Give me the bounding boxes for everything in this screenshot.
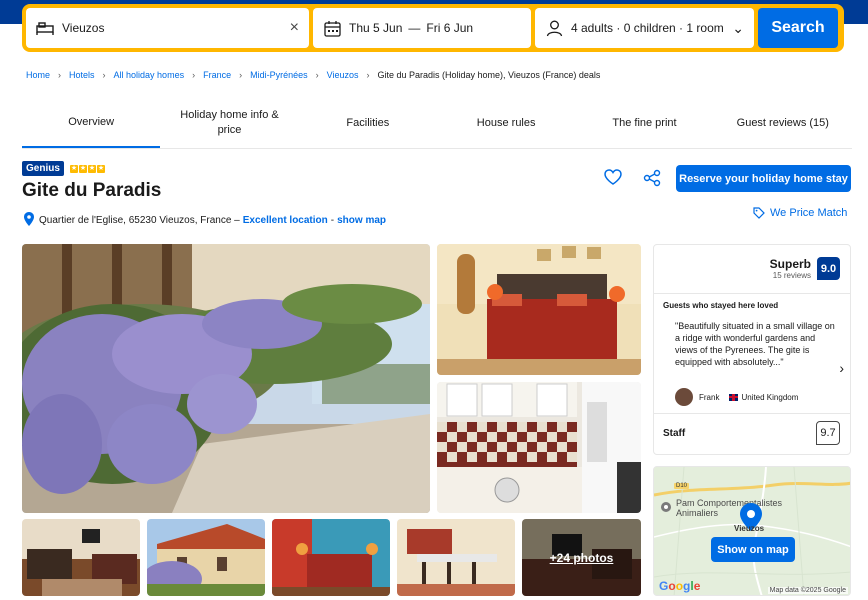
avatar	[675, 388, 693, 406]
guests-field[interactable]: 4 adults · 0 children · 1 room ⌄	[535, 8, 754, 48]
star-rating: ★ ★ ★ ★	[70, 165, 105, 173]
tab-fine-print[interactable]: The fine print	[575, 98, 713, 148]
breadcrumb-separator: ›	[315, 70, 319, 80]
star-icon: ★	[70, 165, 78, 173]
tag-icon	[753, 207, 765, 219]
author-country: United Kingdom	[741, 392, 799, 402]
author-name: Frank	[699, 392, 720, 402]
dates-field[interactable]: Thu 5 Jun — Fri 6 Jun	[313, 8, 531, 48]
share-icon[interactable]	[643, 169, 661, 192]
person-icon	[545, 19, 563, 37]
breadcrumb-separator: ›	[102, 70, 106, 80]
google-logo: Google	[659, 579, 701, 593]
location-pin-icon	[24, 212, 34, 229]
breadcrumb-hotels[interactable]: Hotels	[69, 70, 95, 80]
review-score-header[interactable]: Superb 15 reviews 9.0	[770, 257, 840, 280]
tab-facilities[interactable]: Facilities	[299, 98, 437, 148]
uk-flag-icon	[729, 393, 739, 401]
breadcrumb-separator: ›	[366, 70, 370, 80]
page-title: Gite du Paradis	[22, 180, 162, 201]
review-count: 15 reviews	[772, 271, 811, 280]
show-map-link[interactable]: show map	[337, 215, 386, 226]
checkin-date[interactable]: Thu 5 Jun	[349, 21, 402, 35]
property-tabs: Overview Holiday home info & price Facil…	[22, 98, 852, 149]
photo-bedroom[interactable]	[437, 244, 641, 375]
map-link-separator: -	[330, 215, 335, 226]
more-photos-label[interactable]: +24 photos	[522, 519, 641, 596]
chevron-down-icon[interactable]: ⌄	[732, 20, 744, 37]
breadcrumb-france[interactable]: France	[203, 70, 231, 80]
breadcrumb-separator: ›	[239, 70, 243, 80]
tab-overview[interactable]: Overview	[22, 98, 161, 148]
score-badge: 9.0	[817, 257, 840, 280]
breadcrumb-holiday-homes[interactable]: All holiday homes	[114, 70, 185, 80]
photo-bedroom-2[interactable]	[272, 519, 390, 596]
star-icon: ★	[79, 165, 87, 173]
destination-field[interactable]: Vieuzos ×	[26, 8, 309, 48]
chevron-right-icon[interactable]: ›	[839, 360, 844, 376]
date-separator: —	[408, 21, 421, 35]
save-heart-icon[interactable]	[604, 169, 622, 190]
reserve-button[interactable]: Reserve your holiday home stay	[676, 165, 851, 192]
review-author: Frank United Kingdom	[675, 388, 798, 406]
photo-more[interactable]: +24 photos	[522, 519, 641, 596]
divider	[654, 293, 850, 294]
clear-icon[interactable]: ×	[290, 19, 299, 37]
tab-guest-reviews[interactable]: Guest reviews (15)	[714, 98, 852, 148]
guests-summary[interactable]: 4 adults · 0 children · 1 room	[571, 21, 732, 35]
road-label: D10	[674, 483, 690, 489]
tab-house-rules[interactable]: House rules	[437, 98, 575, 148]
photo-exterior[interactable]	[147, 519, 265, 596]
map-preview[interactable]: D10 Pam Comportementalistes Animaliers V…	[653, 466, 851, 596]
calendar-icon	[323, 19, 341, 37]
search-bar: Vieuzos × Thu 5 Jun — Fri 6 Jun 4 adults…	[22, 4, 844, 52]
checkout-date[interactable]: Fri 6 Jun	[426, 21, 473, 35]
loved-heading: Guests who stayed here loved	[663, 301, 779, 310]
breadcrumb-home[interactable]: Home	[26, 70, 50, 80]
staff-label: Staff	[663, 428, 686, 439]
photo-kitchen[interactable]	[437, 382, 641, 513]
breadcrumb-separator: ›	[58, 70, 62, 80]
breadcrumb-town[interactable]: Vieuzos	[327, 70, 359, 80]
price-match-label[interactable]: We Price Match	[770, 207, 847, 219]
address-text: Quartier de l'Eglise, 65230 Vieuzos, Fra…	[39, 215, 240, 226]
photo-living-room[interactable]	[22, 519, 140, 596]
review-summary-card: Superb 15 reviews 9.0 Guests who stayed …	[653, 244, 851, 455]
breadcrumb: Home › Hotels › All holiday homes › France › Mid…	[26, 70, 600, 80]
price-match-link[interactable]: We Price Match	[753, 207, 847, 219]
genius-badge[interactable]: Genius	[22, 161, 64, 176]
divider	[654, 413, 850, 414]
rating-word: Superb	[769, 257, 811, 271]
bed-icon	[36, 19, 54, 37]
show-on-map-button[interactable]: Show on map	[711, 537, 795, 562]
location-rating: Excellent location	[242, 215, 328, 226]
star-icon: ★	[97, 165, 105, 173]
breadcrumb-region[interactable]: Midi-Pyrénées	[250, 70, 308, 80]
search-button[interactable]: Search	[758, 8, 838, 48]
main-photo-wisteria[interactable]	[22, 244, 430, 513]
map-attribution: Map data ©2025 Google	[767, 587, 848, 594]
staff-score-badge: 9.7	[816, 421, 840, 445]
breadcrumb-current: Gite du Paradis (Holiday home), Vieuzos …	[377, 70, 601, 80]
star-icon: ★	[88, 165, 96, 173]
review-quote: "Beautifully situated in a small village…	[675, 321, 835, 367]
property-address: Quartier de l'Eglise, 65230 Vieuzos, Fra…	[24, 212, 386, 229]
town-label: Vieuzos	[734, 524, 765, 533]
breadcrumb-separator: ›	[192, 70, 196, 80]
tab-info-price[interactable]: Holiday home info & price	[160, 98, 298, 148]
destination-input[interactable]: Vieuzos	[62, 21, 290, 35]
photo-dining[interactable]	[397, 519, 515, 596]
